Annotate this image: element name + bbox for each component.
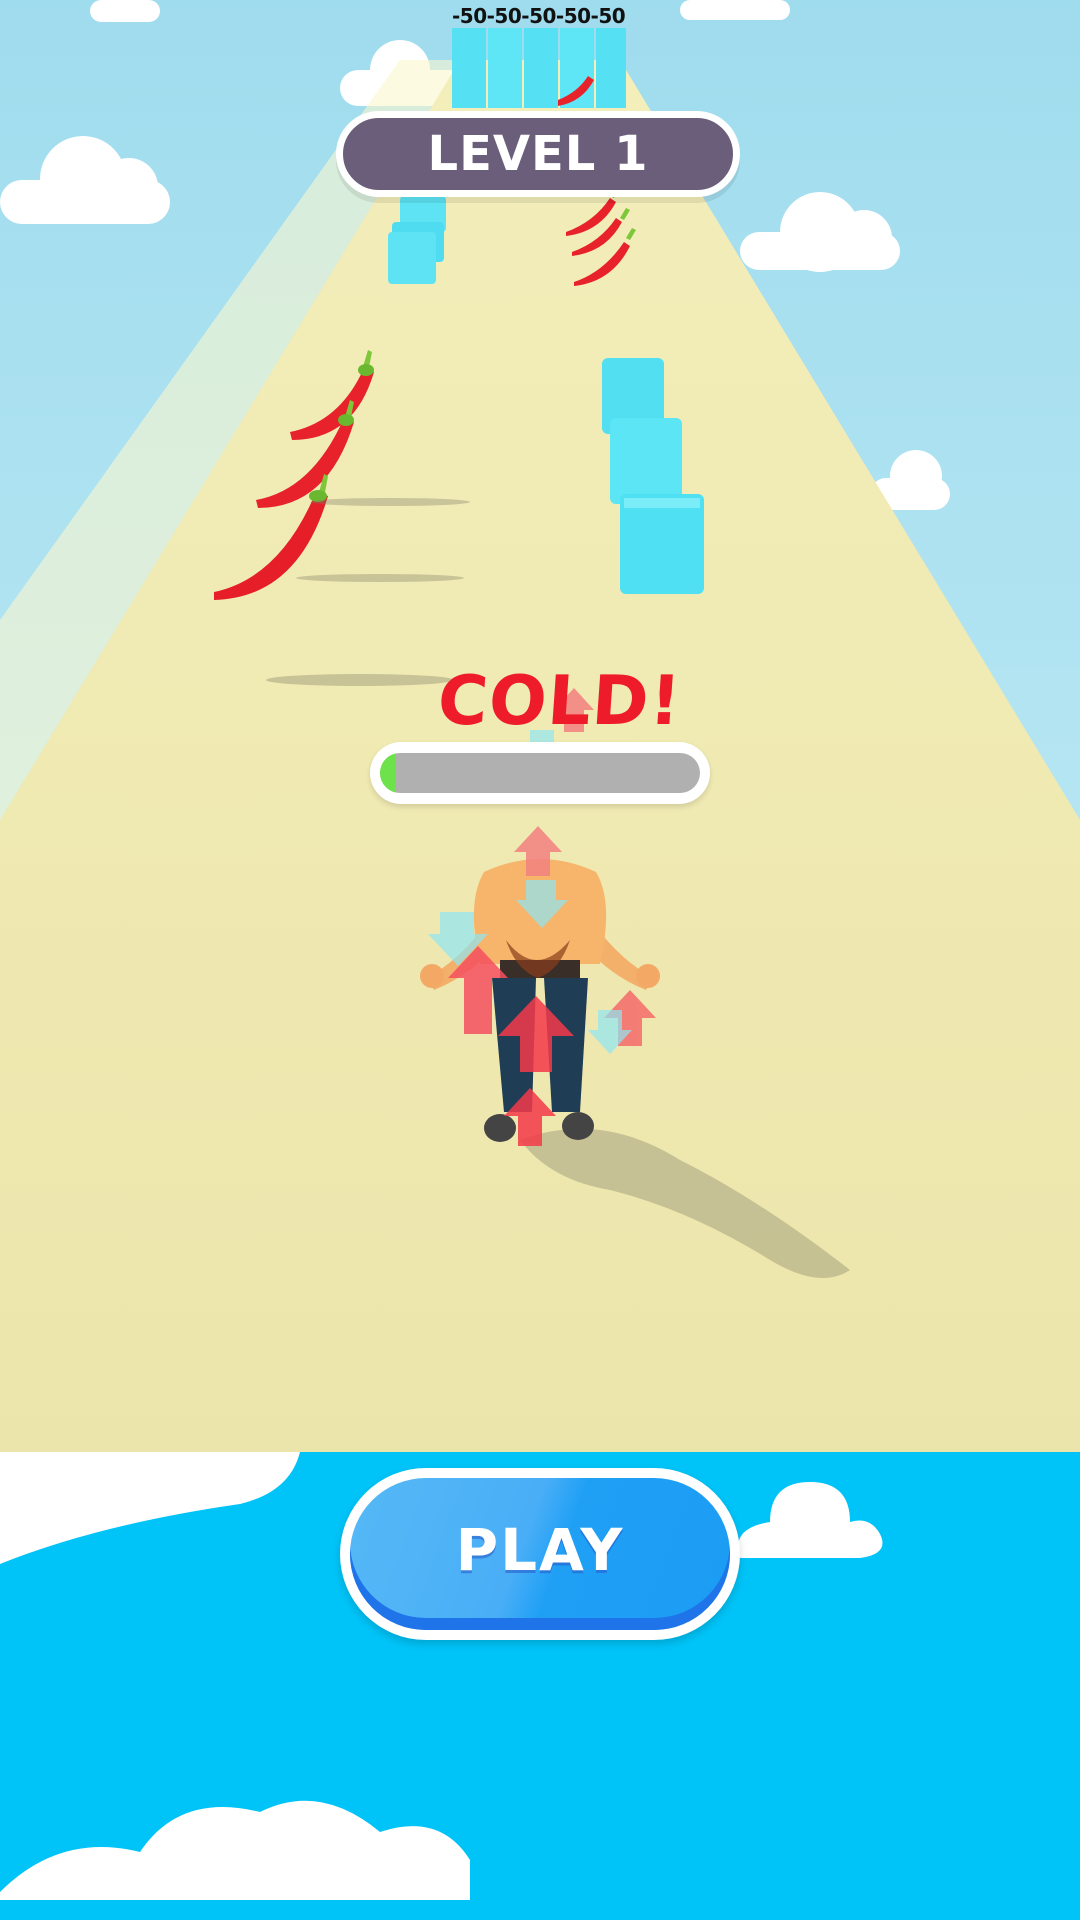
game-scene: -50-50-50-50-50 LEVEL 1 COLD! [0,0,1080,1452]
temperature-fill [380,753,396,793]
play-button-label: PLAY [455,1516,625,1584]
level-badge: LEVEL 1 [336,111,740,197]
play-button[interactable]: PLAY [340,1468,740,1640]
temperature-bar [370,742,710,804]
level-label: LEVEL 1 [427,126,649,182]
status-word: COLD! [435,662,685,741]
distance-labels: -50-50-50-50-50 [452,4,626,28]
temperature-track [380,753,700,793]
play-button-face[interactable]: PLAY [350,1478,730,1630]
